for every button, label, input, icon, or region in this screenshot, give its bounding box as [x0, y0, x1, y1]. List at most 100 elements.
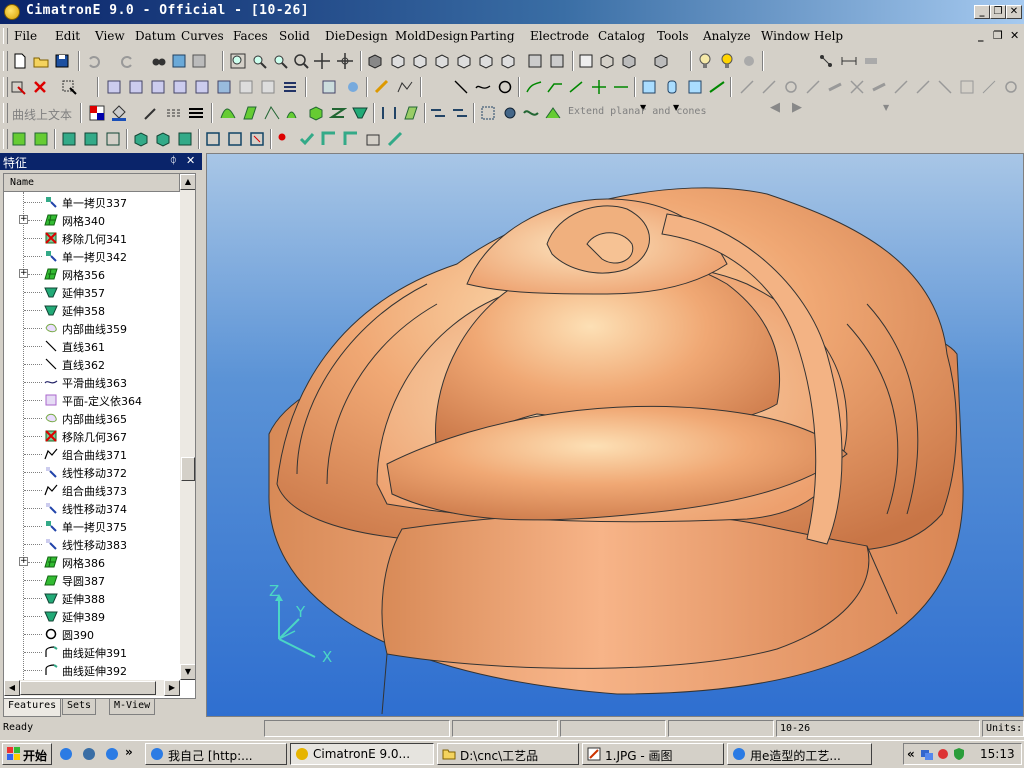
filter-hidden-icon[interactable]: [237, 78, 255, 96]
restore-button[interactable]: ❐: [990, 5, 1006, 19]
tree-item[interactable]: 移除几何341: [4, 229, 180, 247]
cut-icon[interactable]: [190, 52, 208, 70]
show-hide-icon[interactable]: [320, 78, 338, 96]
filter-points-icon[interactable]: [171, 78, 189, 96]
dimension-icon[interactable]: [840, 52, 858, 70]
add-point-icon[interactable]: [276, 130, 294, 148]
tree-item[interactable]: 单一拷贝342: [4, 247, 180, 265]
extend-faces-icon[interactable]: [351, 104, 369, 122]
pin-icon[interactable]: ᛰ: [170, 154, 177, 167]
split-faces-icon[interactable]: [402, 104, 420, 122]
filter-icon[interactable]: [105, 78, 123, 96]
disabled-tool-7-icon[interactable]: [870, 78, 888, 96]
tree-item[interactable]: 线性移动372: [4, 463, 180, 481]
panel-close-icon[interactable]: ✕: [186, 154, 195, 167]
solid-loft-icon[interactable]: [176, 130, 194, 148]
filter-sets-icon[interactable]: [193, 78, 211, 96]
paint-bucket-icon[interactable]: [110, 104, 128, 122]
line-width-icon[interactable]: [187, 104, 205, 122]
line-tool-icon[interactable]: [452, 78, 470, 96]
curve-break-icon[interactable]: [612, 78, 630, 96]
check-icon[interactable]: [298, 130, 316, 148]
undo-icon[interactable]: [85, 52, 103, 70]
spline-tool-icon[interactable]: [474, 78, 492, 96]
solid-new-icon[interactable]: [60, 130, 78, 148]
minimize-button[interactable]: _: [974, 5, 990, 19]
light-bulb-icon[interactable]: [696, 52, 714, 70]
patch-tool-icon[interactable]: [686, 78, 704, 96]
tree-item[interactable]: 线性移动383: [4, 535, 180, 553]
tree-item[interactable]: 单一拷贝337: [4, 193, 180, 211]
menu-molddesign[interactable]: MoldDesign: [395, 29, 468, 43]
combine-faces-icon[interactable]: [451, 104, 469, 122]
reverse-faces-icon[interactable]: [429, 104, 447, 122]
tree-item[interactable]: 平面-定义依364: [4, 391, 180, 409]
solid-draft-icon[interactable]: [248, 130, 266, 148]
toolbar-grip[interactable]: [3, 77, 8, 97]
drive-faces-icon[interactable]: [241, 104, 259, 122]
light-on-icon[interactable]: [718, 52, 736, 70]
cylinder-tool-icon[interactable]: [663, 78, 681, 96]
tab-m-view[interactable]: M-View: [109, 699, 156, 715]
blend-faces-icon[interactable]: [219, 104, 237, 122]
tab-features[interactable]: Features: [3, 699, 62, 717]
tree-item[interactable]: 内部曲线365: [4, 409, 180, 427]
tray-expand-button[interactable]: «: [907, 747, 915, 761]
tree-item[interactable]: 直线362: [4, 355, 180, 373]
tree-item[interactable]: 导圆387: [4, 571, 180, 589]
surface-tool-icon[interactable]: [640, 78, 658, 96]
clock[interactable]: 15:13: [980, 747, 1015, 761]
tools-icon[interactable]: [862, 52, 880, 70]
menu-help[interactable]: Help: [814, 29, 843, 43]
menu-curves[interactable]: Curves: [181, 29, 224, 43]
expand-toggle-icon[interactable]: +: [19, 269, 28, 278]
solid-revolve-icon[interactable]: [132, 130, 150, 148]
circle-tool-icon[interactable]: [496, 78, 514, 96]
display-mode-icon[interactable]: [652, 52, 670, 70]
new-file-icon[interactable]: [11, 52, 29, 70]
view-bottom-icon[interactable]: [455, 52, 473, 70]
network-tray-icon[interactable]: [920, 747, 934, 761]
taskbar-item-folder[interactable]: D:\cnc\工艺品: [437, 743, 579, 765]
taskbar-item-document[interactable]: 用e造型的工艺...: [727, 743, 872, 765]
binoculars-icon[interactable]: [150, 52, 168, 70]
disabled-tool-11-icon[interactable]: [958, 78, 976, 96]
render-mode-icon[interactable]: [620, 52, 638, 70]
view-front-icon[interactable]: [411, 52, 429, 70]
solid-add-icon[interactable]: [82, 130, 100, 148]
sweep-tool-icon[interactable]: [708, 78, 726, 96]
curve-trim-icon[interactable]: [546, 78, 564, 96]
mdi-close-button[interactable]: ✕: [1010, 29, 1019, 42]
shield-icon[interactable]: [952, 747, 966, 761]
menu-faces[interactable]: Faces: [233, 29, 268, 43]
tree-item[interactable]: 移除几何367: [4, 427, 180, 445]
menu-view[interactable]: View: [95, 29, 125, 43]
disabled-tool-12-icon[interactable]: [1002, 78, 1020, 96]
view-left-icon[interactable]: [499, 52, 517, 70]
menu-diedesign[interactable]: DieDesign: [325, 29, 388, 43]
scroll-thumb[interactable]: [181, 457, 195, 481]
menu-datum[interactable]: Datum: [135, 29, 176, 43]
tree-item[interactable]: 延伸388: [4, 589, 180, 607]
mdi-restore-button[interactable]: ❐: [993, 29, 1003, 42]
rotate-icon[interactable]: [336, 52, 354, 70]
menu-tools[interactable]: Tools: [657, 29, 689, 43]
dropper-icon[interactable]: [142, 104, 160, 122]
menu-solid[interactable]: Solid: [279, 29, 310, 43]
zoom-window-icon[interactable]: [250, 52, 268, 70]
tree-item[interactable]: 内部曲线359: [4, 319, 180, 337]
composite-curve-tool-icon[interactable]: [396, 78, 414, 96]
expand-toggle-icon[interactable]: +: [19, 215, 28, 224]
messenger-tray-icon[interactable]: [936, 747, 950, 761]
tree-item[interactable]: 直线361: [4, 337, 180, 355]
disabled-tool-4-icon[interactable]: [804, 78, 822, 96]
view-iso-icon[interactable]: [366, 52, 384, 70]
toolbar-grip[interactable]: [3, 129, 8, 149]
3d-viewport[interactable]: Z Y X: [206, 153, 1024, 717]
view-settings-icon[interactable]: [526, 52, 544, 70]
tree-item[interactable]: 延伸389: [4, 607, 180, 625]
close-button[interactable]: ✕: [1006, 5, 1022, 19]
taskbar-item-browser[interactable]: 我自己 [http:...: [145, 743, 287, 765]
solid-box-icon[interactable]: [10, 130, 28, 148]
wireframe-icon[interactable]: [598, 52, 616, 70]
